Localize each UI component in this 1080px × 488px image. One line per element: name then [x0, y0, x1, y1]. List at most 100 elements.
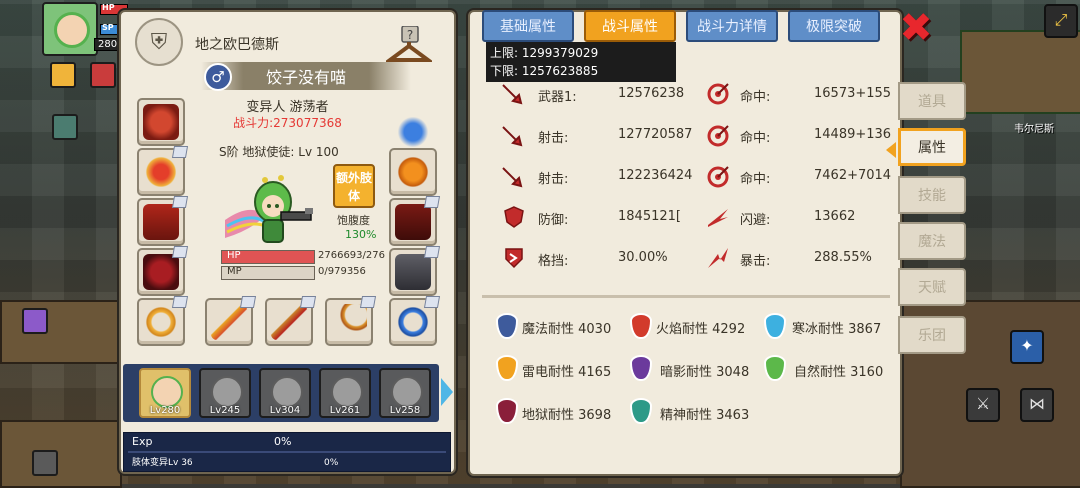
- party-member-3[interactable]: Lv304: [259, 368, 311, 418]
- character-rank: S阶 地狱使徒: Lv 100: [219, 145, 339, 159]
- critical-value: 288.55%: [814, 250, 872, 265]
- equip-slot-helmet[interactable]: [137, 98, 185, 146]
- hp-bar-label: HP: [227, 250, 241, 261]
- critical-hit-icon: [708, 248, 728, 268]
- ice-resist: 寒冰耐性 3867: [792, 322, 882, 337]
- cube-icon[interactable]: [32, 450, 58, 476]
- weapon-attack-label: 武器1:: [538, 90, 577, 105]
- sidenav-skills[interactable]: 技能: [898, 176, 966, 214]
- target-hit-icon: [707, 125, 729, 147]
- hud-level: 280: [94, 38, 122, 51]
- equip-slot-belt[interactable]: [389, 196, 441, 246]
- sidenav-magic[interactable]: 魔法: [898, 222, 966, 260]
- active-tab-arrow-icon: [886, 142, 896, 158]
- close-icon[interactable]: ✖: [898, 8, 934, 48]
- satiety-value: 130%: [345, 228, 377, 241]
- fullscreen-icon[interactable]: ⤢: [1044, 4, 1078, 38]
- fire-resist: 火焰耐性 4292: [656, 322, 746, 337]
- shoot-icon: [502, 126, 523, 147]
- hero-character-sprite: [225, 175, 313, 243]
- skill-quickslot-icon[interactable]: ✦: [1010, 330, 1044, 364]
- satiety-label: 饱腹度: [337, 214, 370, 227]
- shoot-icon: [502, 167, 523, 188]
- world-floor-tile: [960, 30, 1080, 114]
- shoot-attack-value: 122236424: [618, 168, 693, 183]
- party-member-face: [271, 376, 303, 408]
- exp-value: 0%: [274, 435, 292, 448]
- party-member-4[interactable]: Lv261: [319, 368, 371, 418]
- party-member-face: [331, 376, 363, 408]
- equip-slot-boots[interactable]: [389, 246, 441, 296]
- block-icon: [505, 248, 523, 269]
- damage-range-tooltip: 上限: 1299379029 下限: 1257623885: [486, 42, 676, 82]
- equip-slot-gloves[interactable]: [137, 246, 189, 296]
- tab-power-details[interactable]: 战斗力详情: [686, 10, 778, 42]
- guild-name: 地之欧巴德斯: [195, 37, 279, 53]
- block-label: 格挡:: [538, 254, 569, 269]
- party-next-arrow-icon[interactable]: [441, 378, 453, 406]
- quest-icon[interactable]: [50, 62, 76, 88]
- target-hit-icon: [707, 83, 729, 105]
- equip-slot-weapon-2[interactable]: [265, 296, 317, 346]
- accuracy-label: 命中:: [740, 90, 771, 105]
- player-avatar[interactable]: [42, 2, 98, 56]
- accuracy-value: 16573+155: [814, 86, 892, 101]
- exp-panel: Exp 0% 肢体变异Lv 36 0%: [123, 432, 451, 472]
- party-member-level: Lv245: [209, 405, 241, 416]
- sidenav-talent[interactable]: 天赋: [898, 268, 966, 306]
- party-member-1[interactable]: Lv280: [139, 368, 191, 418]
- nature-resist: 自然耐性 3160: [794, 365, 884, 380]
- equip-slot-necklace[interactable]: [137, 146, 189, 196]
- tab-combat-attributes[interactable]: 战斗属性: [584, 10, 676, 42]
- map-icon[interactable]: [52, 114, 78, 140]
- exp-progress-bar: [128, 451, 446, 453]
- equip-slot-ring[interactable]: [137, 296, 189, 346]
- party-members-row: Lv280 Lv245 Lv304 Lv261 Lv258: [123, 364, 439, 422]
- equip-slot-offhand[interactable]: [389, 296, 441, 346]
- party-member-5[interactable]: Lv258: [379, 368, 431, 418]
- block-value: 30.00%: [618, 250, 668, 265]
- wardrobe-hanger-icon[interactable]: ?: [386, 26, 432, 66]
- attack-sword-icon[interactable]: ⚔: [966, 388, 1000, 422]
- party-member-level: Lv258: [389, 405, 421, 416]
- extra-limb-button[interactable]: 额外肢体: [333, 164, 375, 208]
- critical-label: 暴击:: [740, 254, 771, 269]
- target-hit-icon: [707, 166, 729, 188]
- tab-limit-breakthrough[interactable]: 极限突破: [788, 10, 880, 42]
- hp-value: 2766693/276: [318, 250, 385, 261]
- share-icon[interactable]: ⋈: [1020, 388, 1054, 422]
- equip-slot-weapon-1[interactable]: [205, 296, 257, 346]
- magic-resist: 魔法耐性 4030: [522, 322, 612, 337]
- equip-upgrade-badge: [171, 246, 189, 258]
- gift-icon[interactable]: [90, 62, 116, 88]
- potion-icon[interactable]: [22, 308, 48, 334]
- limb-mutation-label: 肢体变异Lv 36: [132, 458, 193, 468]
- sidenav-attributes[interactable]: 属性: [898, 128, 966, 166]
- equip-upgrade-badge: [423, 246, 441, 258]
- limb-mutation-value: 0%: [324, 458, 339, 468]
- player-face: [54, 12, 90, 48]
- mp-bar-label: MP: [227, 266, 242, 277]
- sidenav-items[interactable]: 道具: [898, 82, 966, 120]
- equip-slot-armor[interactable]: [137, 196, 189, 246]
- player-name: 饺子没有喵: [265, 68, 346, 87]
- world-floor-tile: [0, 420, 122, 488]
- sidenav-band[interactable]: 乐团: [898, 316, 966, 354]
- tab-base-attributes[interactable]: 基础属性: [482, 10, 574, 42]
- party-member-level: Lv261: [329, 405, 361, 416]
- guild-emblem-icon: ⛨: [135, 18, 183, 66]
- party-member-face: [211, 376, 243, 408]
- dodge-label: 闪避:: [740, 213, 771, 228]
- weapon-attack-value: 12576238: [618, 86, 685, 101]
- shoot-attack-value: 127720587: [618, 127, 693, 142]
- map-location-name: 韦尔尼斯: [1014, 124, 1054, 135]
- party-member-2[interactable]: Lv245: [199, 368, 251, 418]
- stats-divider: [482, 295, 890, 298]
- equip-slot-pet[interactable]: [389, 148, 437, 196]
- equip-slot-weapon-3[interactable]: [325, 296, 377, 346]
- defense-value: 1845121[: [618, 209, 681, 224]
- player-name-banner: 饺子没有喵: [201, 62, 411, 90]
- world-floor-tile: [0, 300, 122, 364]
- party-member-level: Lv304: [269, 405, 301, 416]
- shoot-attack-label: 射击:: [538, 172, 569, 187]
